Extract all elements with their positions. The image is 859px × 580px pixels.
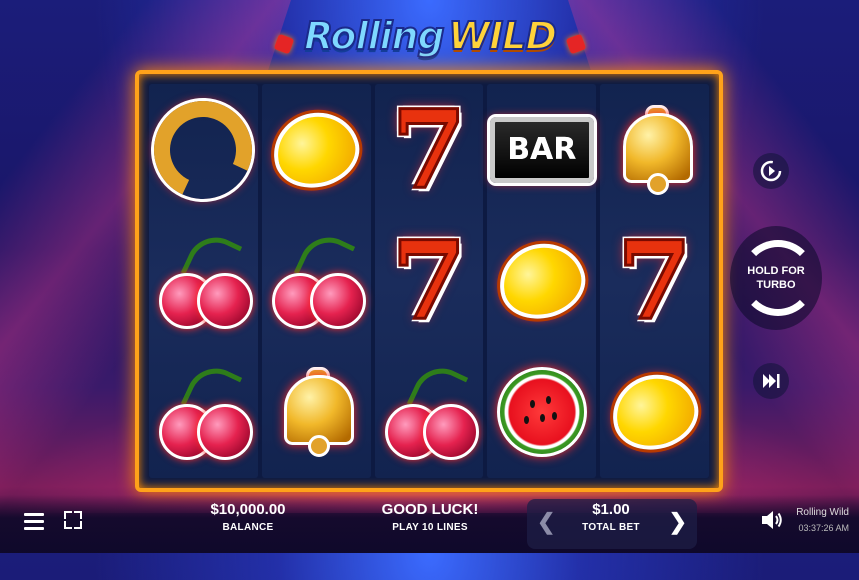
bar-symbol: BAR: [489, 94, 594, 206]
reels: 7 7 BAR 7: [140, 84, 709, 478]
turbo-button[interactable]: [753, 363, 789, 399]
message-subtext: PLAY 10 LINES: [392, 522, 468, 533]
lemon-symbol: [264, 94, 368, 206]
logo-word-wild: WILD: [447, 13, 558, 59]
bet-decrease-button[interactable]: ❮: [537, 509, 555, 535]
spin-label: HOLD FOR TURBO: [747, 265, 805, 291]
reel-3: 77: [374, 84, 484, 478]
bottom-bar: $10,000.00 BALANCE GOOD LUCK! PLAY 10 LI…: [0, 495, 859, 553]
watermelon-symbol: [490, 356, 594, 468]
cherries-symbol: [151, 225, 255, 337]
clock: 03:37:26 AM: [798, 523, 849, 533]
balance-label: BALANCE: [222, 522, 274, 533]
total-bet-display: $1.00 TOTAL BET: [556, 501, 666, 533]
logo-word-rolling: Rolling: [303, 13, 446, 59]
menu-icon[interactable]: [24, 513, 44, 530]
bet-increase-button[interactable]: ❯: [669, 509, 687, 535]
balance-display: $10,000.00 BALANCE: [200, 501, 296, 533]
lemon-symbol: [603, 356, 707, 468]
spin-button[interactable]: HOLD FOR TURBO: [730, 226, 822, 330]
balance-value: $10,000.00: [210, 501, 286, 518]
lemon-symbol: [490, 225, 594, 337]
dice-icon: [273, 33, 295, 55]
cherries-symbol: [264, 225, 368, 337]
horseshoe-symbol: [140, 86, 267, 213]
sound-icon[interactable]: [760, 509, 784, 537]
bet-label: TOTAL BET: [582, 522, 640, 533]
cherries-symbol: [151, 356, 255, 468]
game-logo: Rolling WILD: [273, 6, 587, 70]
reel-5: 7: [600, 84, 709, 478]
autoplay-button[interactable]: [753, 153, 789, 189]
bell-symbol: [603, 94, 707, 206]
fullscreen-icon[interactable]: [64, 511, 82, 529]
game-name: Rolling Wild: [796, 507, 849, 518]
message-display: GOOD LUCK! PLAY 10 LINES: [370, 501, 490, 533]
reel-2: [261, 84, 371, 478]
reel-frame: 7 7 BAR 7: [135, 70, 723, 492]
autoplay-icon: [760, 160, 782, 182]
message-text: GOOD LUCK!: [381, 501, 479, 518]
seven-symbol: 7: [390, 86, 468, 213]
reel-4: BAR: [487, 84, 597, 478]
seven-symbol: 7: [390, 217, 468, 344]
reel-1: [140, 84, 267, 478]
cherries-symbol: [377, 356, 481, 468]
fast-forward-icon: [763, 374, 780, 388]
bet-value: $1.00: [592, 501, 630, 518]
bell-symbol: [264, 356, 368, 468]
seven-symbol: 7: [615, 217, 693, 344]
